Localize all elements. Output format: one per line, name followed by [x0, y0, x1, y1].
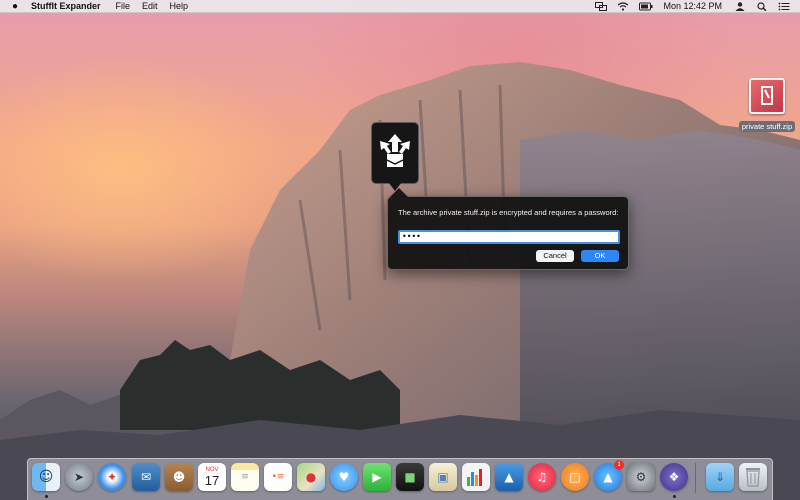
password-input[interactable]: ••••: [398, 230, 620, 244]
menu-bar-status-area: Mon 12:42 PM: [595, 1, 800, 11]
zip-archive-glyph: [761, 86, 773, 105]
cancel-button[interactable]: Cancel: [536, 250, 574, 262]
wifi-icon[interactable]: [617, 1, 629, 11]
spotlight-icon[interactable]: [756, 1, 768, 11]
numbers-bars-glyph: [467, 469, 482, 486]
numbers-icon[interactable]: [462, 463, 490, 491]
dock-running-indicator: [673, 495, 676, 498]
stuffit-expander-badge: [371, 122, 419, 191]
mail-icon[interactable]: ✉: [132, 463, 160, 491]
menu-clock[interactable]: Mon 12:42 PM: [663, 1, 722, 11]
stuffit-expander-icon: [371, 122, 419, 184]
ok-button[interactable]: OK: [581, 250, 619, 262]
menu-edit[interactable]: Edit: [142, 1, 158, 11]
notes-icon[interactable]: ≡: [231, 463, 259, 491]
keynote-icon[interactable]: ▲: [495, 463, 523, 491]
maps-icon[interactable]: ●: [297, 463, 325, 491]
photo-booth-icon[interactable]: ■: [396, 463, 424, 491]
dock-separator: [695, 463, 696, 493]
display-mirroring-icon[interactable]: [595, 1, 608, 11]
trash-can-glyph: [746, 468, 760, 487]
itunes-icon[interactable]: ♫: [528, 463, 556, 491]
contacts-icon[interactable]: ☻: [165, 463, 193, 491]
notification-center-icon[interactable]: [778, 2, 790, 11]
apple-logo-icon[interactable]: ●: [9, 0, 21, 13]
dialog-message: The archive private stuff.zip is encrypt…: [398, 208, 619, 217]
menu-help[interactable]: Help: [170, 1, 189, 11]
password-dialog: The archive private stuff.zip is encrypt…: [387, 188, 629, 270]
menu-file[interactable]: File: [116, 1, 131, 11]
system-preferences-icon[interactable]: ⚙: [627, 463, 655, 491]
calendar-day: 17: [204, 472, 220, 488]
calendar-icon[interactable]: NOV 17: [198, 463, 226, 491]
menu-bar: ● StuffIt Expander File Edit Help Mon 12…: [0, 0, 800, 13]
ibooks-icon[interactable]: □: [561, 463, 589, 491]
battery-icon[interactable]: [639, 2, 653, 11]
reminders-icon[interactable]: •≡: [264, 463, 292, 491]
dialog-pointer: [390, 188, 408, 197]
finder-icon[interactable]: ☺: [32, 463, 60, 491]
desktop-file-private-stuff-zip[interactable]: private stuff.zip: [738, 78, 796, 134]
iphoto-icon[interactable]: ▣: [429, 463, 457, 491]
desktop-file-label: private stuff.zip: [738, 121, 796, 132]
launchpad-icon[interactable]: ➤: [65, 463, 93, 491]
safari-icon[interactable]: ✦: [98, 463, 126, 491]
trash-icon[interactable]: [739, 463, 767, 491]
messages-icon[interactable]: ♥: [330, 463, 358, 491]
menu-app-name[interactable]: StuffIt Expander: [31, 1, 101, 11]
facetime-icon[interactable]: ▶: [363, 463, 391, 491]
zip-archive-icon: [749, 78, 785, 114]
user-icon[interactable]: [734, 1, 746, 11]
downloads-folder-icon[interactable]: ⇓: [706, 463, 734, 491]
expand-arrows-icon: [380, 134, 410, 167]
app-store-update-badge: 1: [614, 460, 624, 470]
dock-running-indicator: [45, 495, 48, 498]
stuffit-expander-dock-icon[interactable]: ❖: [660, 463, 688, 491]
